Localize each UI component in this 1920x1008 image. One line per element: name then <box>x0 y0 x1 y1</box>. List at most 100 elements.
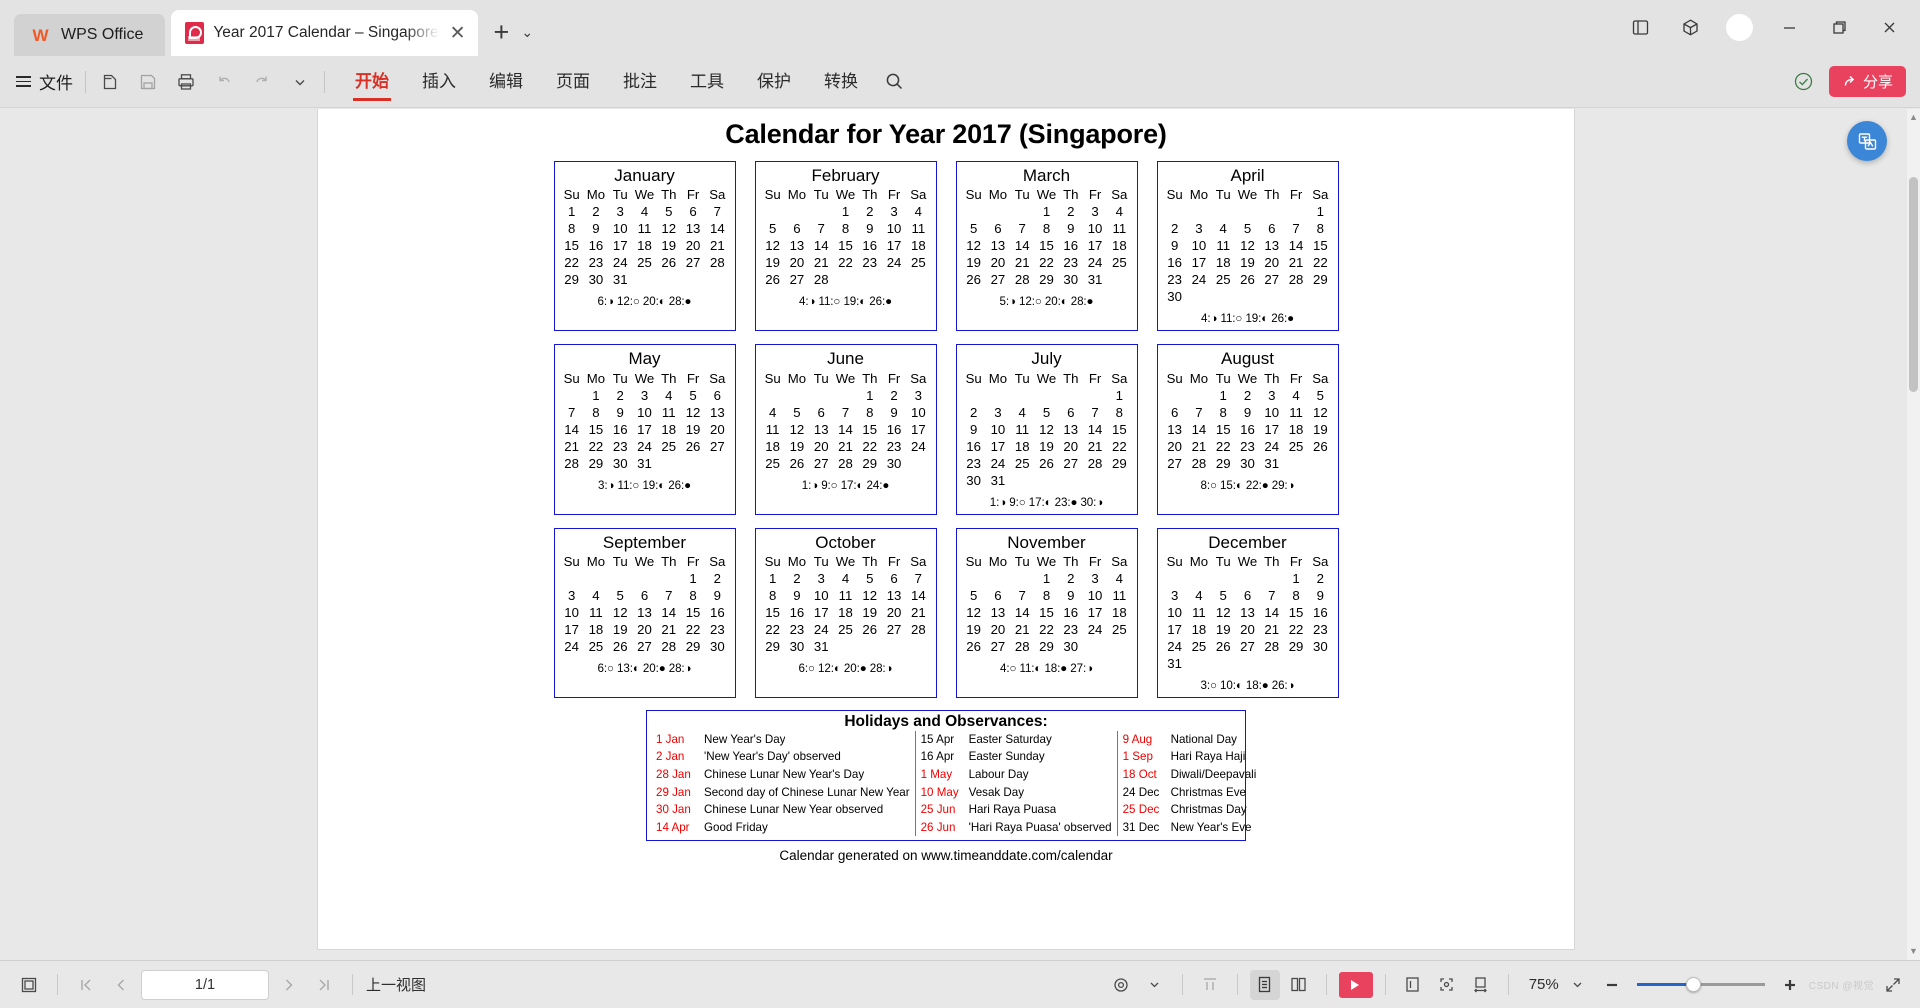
cube-3d-icon[interactable] <box>1667 7 1713 47</box>
print-icon[interactable] <box>174 70 198 94</box>
scrollbar-thumb[interactable] <box>1909 177 1918 392</box>
ribbon-tab-protect[interactable]: 保护 <box>755 63 793 101</box>
ribbon-tab-page[interactable]: 页面 <box>554 63 592 101</box>
close-window-icon[interactable] <box>1866 7 1912 47</box>
empty-day-cell <box>1284 203 1308 220</box>
day-cell: 5 <box>616 587 624 603</box>
file-menu-button[interactable]: 文件 <box>16 69 73 94</box>
day-cell: 4 <box>1018 404 1026 420</box>
day-cell: 9 <box>1316 587 1325 603</box>
new-tab-icon[interactable]: + <box>494 19 510 46</box>
eye-view-icon[interactable] <box>1106 970 1136 1000</box>
ribbon-tab-convert[interactable]: 转换 <box>822 63 860 101</box>
day-cell: 29 <box>564 272 579 288</box>
continuous-scroll-icon[interactable] <box>1249 969 1280 1000</box>
day-cell: 14 <box>1014 238 1030 254</box>
save-icon[interactable] <box>136 70 160 94</box>
day-cell: 10 <box>1167 604 1182 620</box>
check-circle-icon[interactable] <box>1792 70 1815 93</box>
scroll-up-arrow-icon[interactable]: ▲ <box>1908 111 1919 124</box>
day-cell: 30 <box>1063 272 1079 288</box>
fit-width-icon[interactable] <box>1466 970 1496 1000</box>
fit-visible-icon[interactable] <box>1432 970 1462 1000</box>
sidebar-panel-icon[interactable] <box>1617 7 1663 47</box>
day-cell: 27 <box>813 455 829 471</box>
empty-day-cell <box>906 455 930 472</box>
day-cell: 21 <box>1191 438 1207 454</box>
day-cell: 26 <box>966 272 981 288</box>
day-cell: 8 <box>1219 404 1227 420</box>
single-page-view-icon[interactable] <box>14 970 44 1000</box>
translate-floating-button[interactable] <box>1847 121 1887 161</box>
day-cell: 11 <box>1289 404 1303 420</box>
day-cell: 18 <box>838 604 853 620</box>
previous-page-icon[interactable] <box>106 970 136 1000</box>
month-name-label: November <box>1007 532 1086 552</box>
redo-icon[interactable] <box>250 70 274 94</box>
next-page-icon[interactable] <box>274 970 304 1000</box>
week-row: 123456 <box>560 387 730 404</box>
tab-list-chevron-down-icon[interactable]: ⌄ <box>521 24 533 41</box>
maximize-window-icon[interactable] <box>1816 7 1862 47</box>
document-tab[interactable]: Year 2017 Calendar – Singapore ✕ <box>171 10 478 56</box>
user-avatar[interactable] <box>1726 13 1753 41</box>
ribbon-tab-comment[interactable]: 批注 <box>621 63 659 101</box>
month-card: September Su Mo Tu We Th Fr Sa 1 2 3 4 5 6 7 8 9 10 11 12 1… <box>553 527 736 698</box>
scroll-down-arrow-icon[interactable]: ▼ <box>1908 945 1919 958</box>
holiday-name: Labour Day <box>968 767 1029 781</box>
presentation-play-button[interactable] <box>1338 971 1373 998</box>
ribbon-tab-tools[interactable]: 工具 <box>688 63 726 101</box>
fullscreen-icon[interactable] <box>1878 970 1908 1000</box>
day-cell: 15 <box>685 604 701 620</box>
month-name-label: May <box>628 349 661 369</box>
empty-day-cell <box>1284 288 1308 305</box>
week-row: 29 30 31 <box>761 638 931 655</box>
day-cell: 12 <box>1215 604 1231 620</box>
two-page-view-icon[interactable] <box>1284 970 1314 1000</box>
vertical-scrollbar[interactable]: ▲ ▼ <box>1907 109 1920 960</box>
weekday-header: Fr <box>1088 553 1102 569</box>
weekday-header: Tu <box>1014 553 1030 569</box>
first-page-icon[interactable] <box>71 970 101 1000</box>
empty-day-cell <box>560 570 584 587</box>
eye-view-chevron-down-icon[interactable] <box>1140 970 1170 1000</box>
ribbon-tab-home[interactable]: 开始 <box>353 63 391 101</box>
day-cell: 23 <box>1167 272 1182 288</box>
last-page-icon[interactable] <box>309 970 339 1000</box>
zoom-slider[interactable] <box>1636 976 1765 994</box>
new-document-icon[interactable] <box>98 70 122 94</box>
fit-page-width-icon[interactable] <box>1398 970 1428 1000</box>
empty-day-cell <box>1211 203 1235 220</box>
day-cell: 29 <box>685 638 701 654</box>
zoom-in-button[interactable] <box>1775 970 1805 1000</box>
search-icon[interactable] <box>884 71 905 92</box>
weekday-header: Fr <box>686 187 700 203</box>
day-cell: 15 <box>862 421 878 437</box>
title-bar: W WPS Office Year 2017 Calendar – Singap… <box>0 0 1920 56</box>
undo-icon[interactable] <box>212 70 236 94</box>
day-cell: 17 <box>1087 238 1103 254</box>
empty-day-cell <box>1260 288 1284 305</box>
page-number-input[interactable]: 1/1 <box>141 969 269 1000</box>
day-cell: 28 <box>564 455 579 471</box>
weekday-header: Fr <box>1289 370 1303 386</box>
quick-access-chevron-down-icon[interactable] <box>288 70 312 94</box>
ribbon-tab-insert[interactable]: 插入 <box>420 63 458 101</box>
weekday-header: Fr <box>887 187 901 203</box>
day-cell: 24 <box>886 255 902 271</box>
divider <box>85 70 86 93</box>
day-cell: 11 <box>1112 221 1127 237</box>
zoom-out-button[interactable] <box>1597 970 1627 1000</box>
zoom-slider-handle[interactable] <box>1685 977 1701 992</box>
app-chip[interactable]: W WPS Office <box>14 14 166 56</box>
share-button[interactable]: 分享 <box>1828 66 1906 97</box>
close-tab-icon[interactable]: ✕ <box>448 24 468 43</box>
holiday-date: 14 Apr <box>656 820 690 834</box>
day-cell: 1 <box>1042 204 1051 220</box>
zoom-chevron-down-icon[interactable] <box>1563 970 1593 1000</box>
holiday-date: 26 Jun <box>920 820 956 834</box>
minimize-window-icon[interactable] <box>1766 7 1812 47</box>
ribbon-tab-edit[interactable]: 编辑 <box>487 63 525 101</box>
previous-view-button[interactable]: 上一视图 <box>366 974 426 995</box>
fit-height-icon[interactable] <box>1195 970 1225 1000</box>
